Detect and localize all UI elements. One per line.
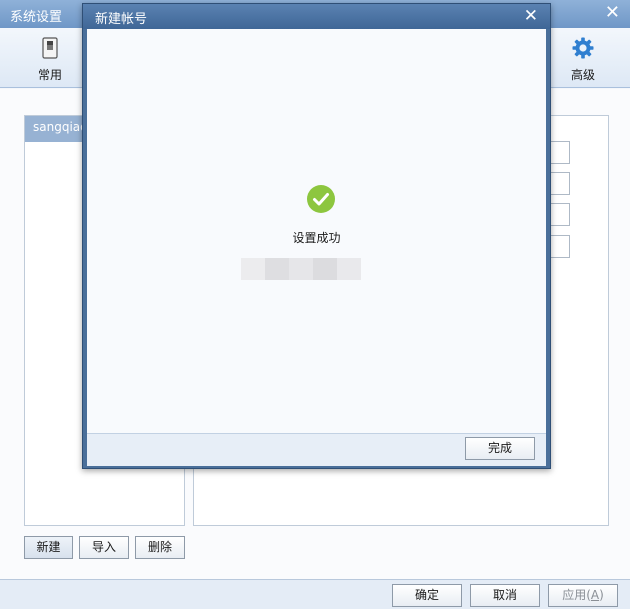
apply-button[interactable]: 应用(A) (548, 584, 618, 607)
gear-icon (572, 37, 594, 59)
dialog-titlebar[interactable]: 新建帐号 ✕ (83, 4, 550, 29)
apply-accel: A (590, 588, 600, 602)
done-button[interactable]: 完成 (465, 437, 535, 460)
delete-button[interactable]: 删除 (135, 536, 185, 559)
success-message: 设置成功 (292, 231, 341, 245)
settings-window-title: 系统设置 (10, 10, 63, 25)
dialog-title: 新建帐号 (95, 12, 148, 27)
tab-general[interactable]: 常用 (24, 34, 76, 84)
tab-advanced[interactable]: 高级 (557, 34, 609, 84)
settings-close-icon[interactable]: ✕ (605, 3, 620, 23)
tab-advanced-label: 高级 (570, 68, 595, 82)
ok-button[interactable]: 确定 (392, 584, 462, 607)
dialog-content: 设置成功 (87, 29, 546, 433)
general-switch-icon (42, 37, 58, 59)
apply-label: 应用 (562, 588, 587, 602)
new-account-dialog: 新建帐号 ✕ 设置成功 (82, 3, 551, 469)
tab-general-label: 常用 (37, 68, 62, 82)
detail-field-4[interactable] (548, 235, 570, 258)
detail-field-3[interactable] (548, 203, 570, 226)
import-button[interactable]: 导入 (79, 536, 129, 559)
redacted-info (241, 258, 361, 280)
detail-field-1[interactable] (548, 141, 570, 164)
detail-field-2[interactable] (548, 172, 570, 195)
cancel-button[interactable]: 取消 (470, 584, 540, 607)
new-account-button[interactable]: 新建 (24, 536, 73, 559)
success-check-icon (307, 185, 335, 213)
dialog-close-icon[interactable]: ✕ (524, 6, 538, 26)
